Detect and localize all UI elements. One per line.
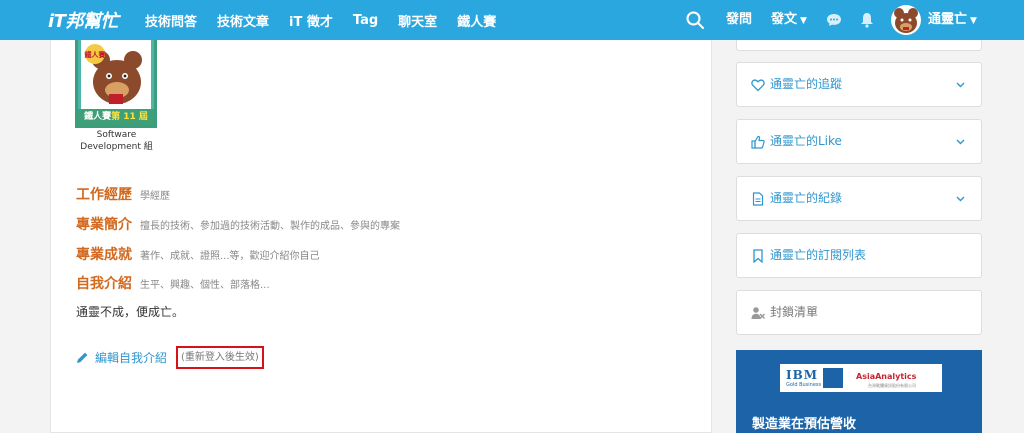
- section-self-intro: 自我介紹 生平、興趣、個性、部落格...: [76, 273, 270, 293]
- user-name: 通靈亡: [928, 12, 968, 27]
- section-hint: 著作、成就、證照...等，歡迎介紹你自己: [140, 251, 320, 262]
- section-achievements: 專業成就 著作、成就、證照...等，歡迎介紹你自己: [76, 244, 320, 264]
- badge-edition: 第 11 屆: [111, 112, 148, 122]
- badge-seal-text: 鐵人賽: [85, 50, 107, 59]
- badge-title: 鐵人賽: [84, 112, 112, 122]
- nav-qa[interactable]: 技術問答: [145, 11, 197, 30]
- sidebar-item-likes[interactable]: 通靈亡的Like: [736, 119, 982, 164]
- top-navbar: iT邦幫忙 技術問答 技術文章 iT 徵才 Tag 聊天室 鐵人賽 發問 發文 ▼…: [0, 0, 1024, 40]
- bookmark-icon: [753, 249, 763, 263]
- badge-label: 鐵人賽第 11 屆: [78, 109, 154, 125]
- user-menu[interactable]: 通靈亡 ▼: [928, 0, 977, 40]
- badge-caption: Software Development 組: [69, 129, 164, 153]
- chevron-down-icon: [956, 139, 965, 145]
- nav-tag[interactable]: Tag: [353, 13, 378, 28]
- ad-brand-asiaanalytics-sub: 台灣軟體資訊股份有限公司: [868, 383, 916, 388]
- sidebar-item-label: 通靈亡的Like: [770, 134, 842, 148]
- sidebar-card-partial: [736, 40, 982, 51]
- nav-chatroom[interactable]: 聊天室: [398, 11, 437, 30]
- section-heading: 自我介紹: [76, 276, 132, 292]
- relogin-note: (重新登入後生效): [176, 346, 264, 369]
- profile-card: 鐵人賽 鐵人賽第 11 屆 Software Development 組 工作經…: [50, 40, 712, 433]
- ad-partner-mark: [823, 368, 843, 388]
- thumbs-up-icon: [751, 135, 765, 149]
- bear-mascot-image: 鐵人賽: [81, 40, 151, 110]
- section-heading: 專業成就: [76, 247, 132, 263]
- pencil-icon: [77, 352, 88, 363]
- edit-intro-link[interactable]: 編輯自我介紹: [76, 349, 167, 366]
- sidebar-item-label: 通靈亡的追蹤: [770, 77, 843, 91]
- nav-ironman[interactable]: 鐵人賽: [457, 11, 496, 30]
- sidebar-item-label: 通靈亡的訂閱列表: [770, 248, 867, 262]
- sidebar-item-following[interactable]: 通靈亡的追蹤: [736, 62, 982, 107]
- edit-intro-label: 編輯自我介紹: [95, 351, 168, 365]
- bell-icon[interactable]: [860, 12, 874, 28]
- ask-button[interactable]: 發問: [726, 0, 752, 40]
- sidebar-ad-banner[interactable]: IBM Gold Business Partner AsiaAnalytics …: [736, 350, 982, 433]
- self-intro-text: 通靈不成，便成亡。: [76, 305, 185, 319]
- document-icon: [752, 192, 764, 206]
- chevron-down-icon: [956, 82, 965, 88]
- section-professional-summary: 專業簡介 擅長的技術、參加過的技術活動、製作的成品、參與的專案: [76, 214, 400, 234]
- badge-caption-line1: Software: [96, 130, 137, 140]
- site-logo[interactable]: iT邦幫忙: [48, 7, 118, 33]
- user-block-icon: [751, 307, 765, 320]
- post-dropdown[interactable]: 發文 ▼: [771, 0, 807, 40]
- ad-brand-asiaanalytics: AsiaAnalytics: [856, 372, 917, 381]
- ironman-badge: 鐵人賽 鐵人賽第 11 屆: [75, 40, 157, 128]
- chevron-down-icon: [956, 196, 965, 202]
- sidebar-item-label: 封鎖清單: [770, 305, 819, 319]
- search-icon[interactable]: [686, 11, 704, 29]
- nav-jobs[interactable]: iT 徵才: [289, 11, 333, 30]
- section-hint: 學經歷: [140, 191, 170, 202]
- sidebar-item-blocklist[interactable]: 封鎖清單: [736, 290, 982, 335]
- caret-down-icon: ▼: [800, 16, 807, 26]
- section-heading: 專業簡介: [76, 217, 132, 233]
- post-label: 發文: [771, 12, 798, 27]
- chat-icon[interactable]: [826, 13, 842, 27]
- caret-down-icon: ▼: [970, 16, 977, 26]
- main-nav: 技術問答 技術文章 iT 徵才 Tag 聊天室 鐵人賽: [145, 0, 516, 40]
- section-hint: 生平、興趣、個性、部落格...: [140, 280, 270, 291]
- sidebar-item-label: 通靈亡的紀錄: [770, 191, 843, 205]
- ad-brand-ibm: IBM: [786, 368, 819, 382]
- heart-icon: [751, 79, 765, 92]
- section-hint: 擅長的技術、參加過的技術活動、製作的成品、參與的專案: [140, 221, 400, 232]
- avatar[interactable]: [891, 5, 921, 35]
- section-heading: 工作經歷: [76, 187, 132, 203]
- sidebar-item-records[interactable]: 通靈亡的紀錄: [736, 176, 982, 221]
- ad-headline: 製造業在預估營收: [752, 417, 857, 432]
- nav-articles[interactable]: 技術文章: [217, 11, 269, 30]
- badge-caption-line2: Development 組: [80, 142, 153, 152]
- section-work-experience: 工作經歷 學經歷: [76, 184, 170, 204]
- sidebar-item-subscriptions[interactable]: 通靈亡的訂閱列表: [736, 233, 982, 278]
